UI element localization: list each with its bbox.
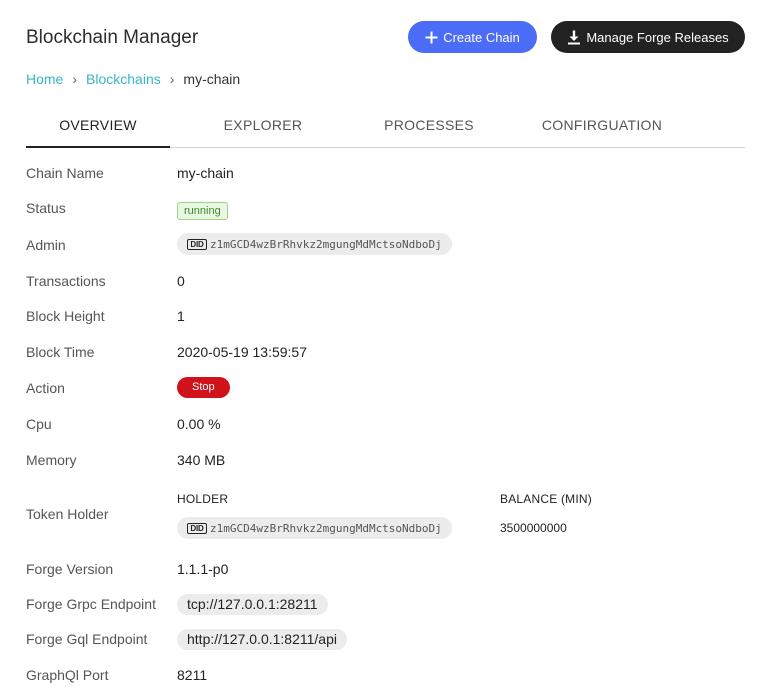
admin-label: Admin xyxy=(26,237,66,253)
tab-overview[interactable]: OVERVIEW xyxy=(26,103,170,148)
admin-did-address: z1mGCD4wzBrRhvkz2mgungMdMctsoNdboDj xyxy=(210,237,442,251)
block-time-label: Block Time xyxy=(26,344,95,360)
did-icon: DID xyxy=(187,522,207,534)
token-holder-label: Token Holder xyxy=(26,506,109,522)
block-time-value: 2020-05-19 13:59:57 xyxy=(177,344,307,360)
breadcrumb-separator: › xyxy=(169,71,175,87)
tab-configuration[interactable]: CONFIRGUATION xyxy=(522,103,682,147)
cpu-value: 0.00 % xyxy=(177,416,221,432)
holder-did-address: z1mGCD4wzBrRhvkz2mgungMdMctsoNdboDj xyxy=(210,521,442,535)
graphql-port-value: 8211 xyxy=(177,667,208,683)
breadcrumb: Home › Blockchains › my-chain xyxy=(26,71,240,87)
download-icon xyxy=(567,30,581,45)
header: Blockchain Manager Create Chain Manage F… xyxy=(26,0,759,76)
admin-value: DID z1mGCD4wzBrRhvkz2mgungMdMctsoNdboDj xyxy=(177,233,452,255)
balance-value: 3500000000 xyxy=(500,521,567,535)
tab-explorer[interactable]: EXPLORER xyxy=(192,103,334,147)
action-value: Stop xyxy=(177,377,230,398)
forge-version-label: Forge Version xyxy=(26,561,114,577)
status-label: Status xyxy=(26,200,66,216)
forge-version-value: 1.1.1-p0 xyxy=(177,561,229,577)
manage-forge-label: Manage Forge Releases xyxy=(586,29,729,45)
admin-did-chip[interactable]: DID z1mGCD4wzBrRhvkz2mgungMdMctsoNdboDj xyxy=(177,233,452,255)
grpc-endpoint-label: Forge Grpc Endpoint xyxy=(26,596,156,612)
manage-forge-releases-button[interactable]: Manage Forge Releases xyxy=(551,21,745,53)
block-height-label: Block Height xyxy=(26,308,105,324)
memory-value: 340 MB xyxy=(177,452,226,468)
breadcrumb-blockchains[interactable]: Blockchains xyxy=(86,71,161,87)
transactions-label: Transactions xyxy=(26,273,106,289)
stop-button[interactable]: Stop xyxy=(177,377,230,398)
chain-name-value: my-chain xyxy=(177,165,234,181)
grpc-endpoint-value: tcp://127.0.0.1:28211 xyxy=(177,594,328,615)
memory-label: Memory xyxy=(26,452,77,468)
breadcrumb-current: my-chain xyxy=(183,71,241,87)
create-chain-label: Create Chain xyxy=(443,29,520,45)
tab-bar: OVERVIEW EXPLORER PROCESSES CONFIRGUATIO… xyxy=(26,103,745,148)
breadcrumb-home[interactable]: Home xyxy=(26,71,63,87)
block-height-value: 1 xyxy=(177,308,185,324)
create-chain-button[interactable]: Create Chain xyxy=(408,21,537,53)
action-label: Action xyxy=(26,380,65,396)
did-icon: DID xyxy=(187,238,207,250)
cpu-label: Cpu xyxy=(26,416,52,432)
table-row: DID z1mGCD4wzBrRhvkz2mgungMdMctsoNdboDj xyxy=(177,517,452,539)
grpc-endpoint-chip[interactable]: tcp://127.0.0.1:28211 xyxy=(177,594,328,615)
balance-column-header: BALANCE (MIN) xyxy=(500,492,592,506)
gql-endpoint-label: Forge Gql Endpoint xyxy=(26,631,148,647)
page-title: Blockchain Manager xyxy=(26,27,199,48)
gql-endpoint-value: http://127.0.0.1:8211/api xyxy=(177,629,347,650)
plus-icon xyxy=(425,31,438,44)
status-value: running xyxy=(177,201,228,220)
transactions-value: 0 xyxy=(177,273,185,289)
tab-processes[interactable]: PROCESSES xyxy=(358,103,500,147)
graphql-port-label: GraphQl Port xyxy=(26,667,109,683)
detail-row-token-holder: Token Holder HOLDER BALANCE (MIN) DID z1… xyxy=(26,490,745,542)
status-badge: running xyxy=(177,202,228,220)
gql-endpoint-chip[interactable]: http://127.0.0.1:8211/api xyxy=(177,629,347,650)
holder-did-chip[interactable]: DID z1mGCD4wzBrRhvkz2mgungMdMctsoNdboDj xyxy=(177,517,452,539)
breadcrumb-separator: › xyxy=(72,71,78,87)
chain-name-label: Chain Name xyxy=(26,165,104,181)
holder-column-header: HOLDER xyxy=(177,492,229,506)
